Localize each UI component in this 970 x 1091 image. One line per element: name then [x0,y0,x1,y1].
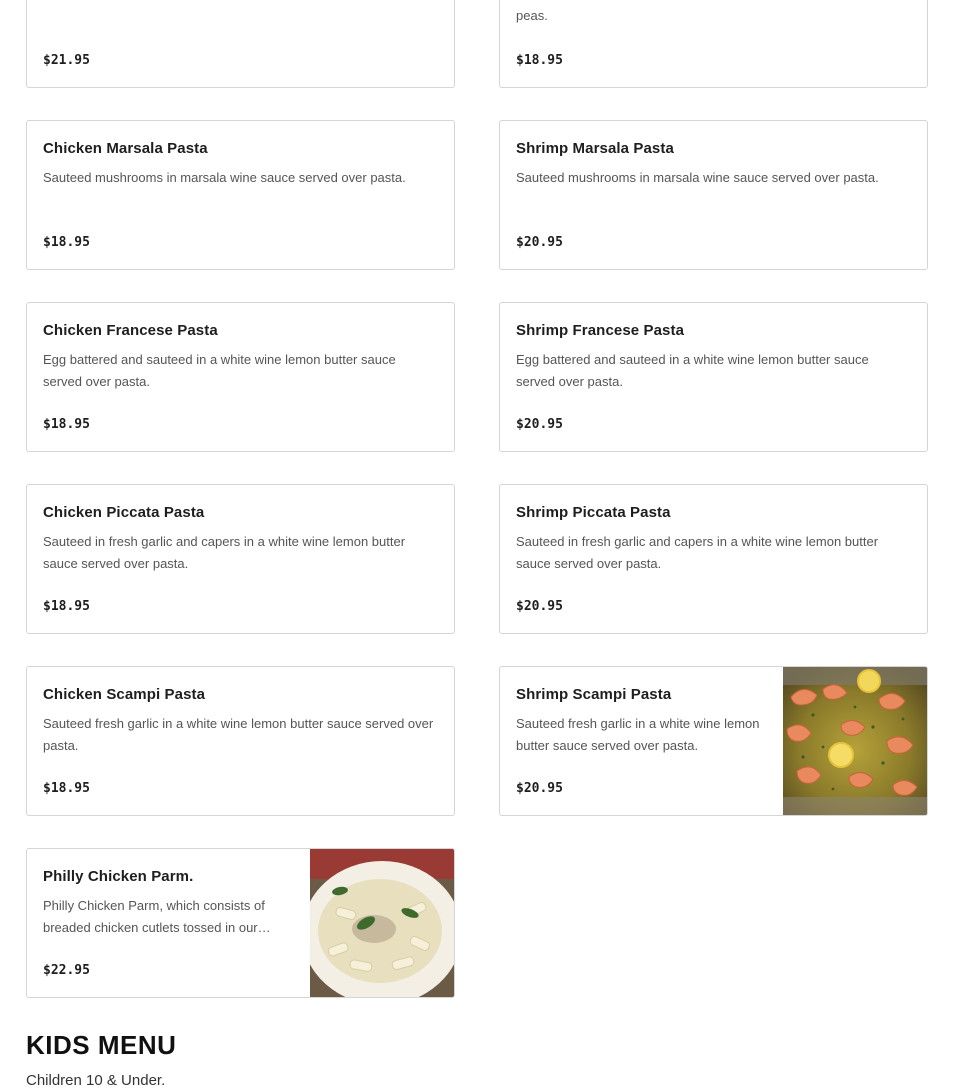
menu-item-content: Shrimp Scampi Pasta Sauteed fresh garlic… [516,667,767,815]
menu-item-name: Chicken Scampi Pasta [43,686,206,703]
menu-item-card[interactable]: Chicken Piccata Pasta Sauteed in fresh g… [26,484,455,634]
menu-item-content: peas. $18.95 [516,0,911,87]
menu-item-card[interactable]: Shrimp Marsala Pasta Sauteed mushrooms i… [499,120,928,270]
menu-item-price: $21.95 [43,53,90,68]
menu-item-description: Sauteed in fresh garlic and capers in a … [516,534,879,571]
menu-item-content: Shrimp Marsala Pasta Sauteed mushrooms i… [516,121,911,269]
shrimp-scampi-image [783,667,927,815]
philly-chicken-parm-photo[interactable] [310,849,454,997]
menu-item-price: $22.95 [43,963,90,978]
menu-item-card[interactable]: Chicken Francese Pasta Egg battered and … [26,302,455,452]
menu-item-price: $18.95 [43,781,90,796]
menu-item-price: $20.95 [516,599,563,614]
menu-item-description: Sauteed in fresh garlic and capers in a … [43,534,406,571]
menu-item-description: Egg battered and sauteed in a white wine… [516,352,869,389]
menu-item-price: $20.95 [516,781,563,796]
menu-item-card[interactable]: Chicken Marsala Pasta Sauteed mushrooms … [26,120,455,270]
menu-item-card[interactable]: Chicken Scampi Pasta Sauteed fresh garli… [26,666,455,816]
menu-item-content: Shrimp Piccata Pasta Sauteed in fresh ga… [516,485,911,633]
menu-item-price: $18.95 [516,53,563,68]
menu-item-content: Chicken Marsala Pasta Sauteed mushrooms … [43,121,438,269]
menu-item-card[interactable]: Philly Chicken Parm. Philly Chicken Parm… [26,848,455,998]
menu-item-price: $18.95 [43,235,90,250]
menu-item-price: $20.95 [516,235,563,250]
menu-item-card[interactable]: peas. $18.95 [499,0,928,88]
menu-item-name: Chicken Piccata Pasta [43,504,205,521]
menu-item-description: Sauteed mushrooms in marsala wine sauce … [43,170,406,185]
menu-item-price: $18.95 [43,417,90,432]
menu-item-price: $20.95 [516,417,563,432]
menu-item-name: Chicken Francese Pasta [43,322,218,339]
menu-item-content: $21.95 [43,0,438,87]
menu-item-name: Shrimp Marsala Pasta [516,140,674,157]
menu-item-description: Sauteed mushrooms in marsala wine sauce … [516,170,879,185]
menu-item-description: peas. [516,8,548,23]
menu-item-content: Chicken Scampi Pasta Sauteed fresh garli… [43,667,438,815]
menu-item-description: Sauteed fresh garlic in a white wine lem… [516,716,760,753]
shrimp-scampi-photo[interactable] [783,667,927,815]
menu-item-content: Chicken Francese Pasta Egg battered and … [43,303,438,451]
menu-item-name: Philly Chicken Parm. [43,868,194,885]
menu-item-name: Shrimp Scampi Pasta [516,686,672,703]
menu-item-content: Chicken Piccata Pasta Sauteed in fresh g… [43,485,438,633]
menu-item-price: $18.95 [43,599,90,614]
menu-item-card[interactable]: $21.95 [26,0,455,88]
menu-item-description: Philly Chicken Parm, which consists of b… [43,898,271,935]
kids-menu-subtitle: Children 10 & Under. [26,1072,166,1089]
menu-item-content: Philly Chicken Parm. Philly Chicken Parm… [43,849,294,997]
menu-item-name: Shrimp Francese Pasta [516,322,685,339]
philly-chicken-parm-image [310,849,454,997]
menu-item-card[interactable]: Shrimp Scampi Pasta Sauteed fresh garlic… [499,666,928,816]
menu-item-card[interactable]: Shrimp Piccata Pasta Sauteed in fresh ga… [499,484,928,634]
menu-item-description: Egg battered and sauteed in a white wine… [43,352,396,389]
menu-item-card[interactable]: Shrimp Francese Pasta Egg battered and s… [499,302,928,452]
menu-item-description: Sauteed fresh garlic in a white wine lem… [43,716,434,753]
menu-item-content: Shrimp Francese Pasta Egg battered and s… [516,303,911,451]
menu-item-name: Shrimp Piccata Pasta [516,504,671,521]
menu-item-name: Chicken Marsala Pasta [43,140,208,157]
kids-menu-heading: KIDS MENU [26,1030,177,1060]
